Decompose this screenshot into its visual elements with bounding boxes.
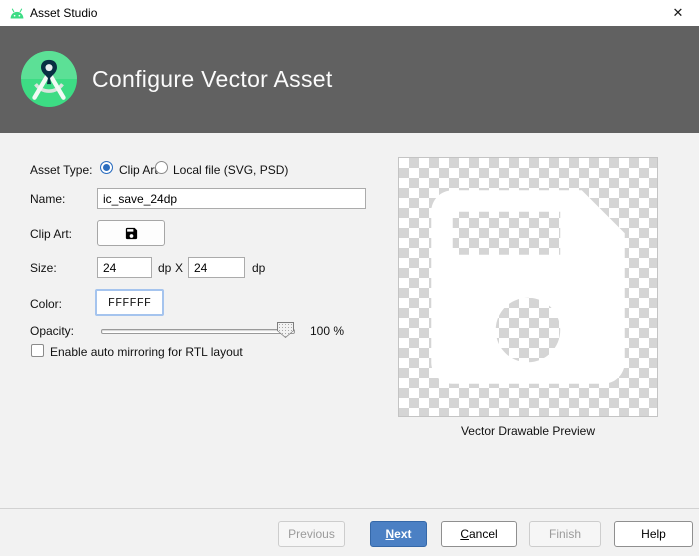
save-floppy-icon [124, 226, 139, 241]
previous-button[interactable]: Previous [278, 521, 345, 547]
radio-local-file-label[interactable]: Local file (SVG, PSD) [173, 163, 288, 177]
next-button-label: ext [394, 527, 411, 541]
next-button[interactable]: Next [370, 521, 427, 547]
android-head-icon [9, 6, 25, 20]
size-unit-width-label: dp [158, 261, 171, 275]
size-width-input[interactable] [97, 257, 152, 278]
asset-type-label: Asset Type: [30, 163, 92, 177]
save-floppy-preview-icon [399, 158, 657, 416]
window-titlebar: Asset Studio ✕ [0, 0, 699, 26]
wizard-header-banner: Configure Vector Asset [0, 26, 699, 133]
android-studio-logo-icon [20, 50, 78, 108]
opacity-slider-thumb-texture [278, 323, 293, 337]
color-label: Color: [30, 297, 62, 311]
clip-art-label: Clip Art: [30, 227, 72, 241]
vector-drawable-preview-panel [398, 157, 658, 417]
opacity-slider-thumb[interactable] [277, 322, 294, 338]
close-icon[interactable]: ✕ [665, 0, 691, 26]
opacity-slider-track[interactable] [101, 329, 295, 334]
radio-clip-art[interactable] [100, 161, 113, 174]
size-x-separator: X [175, 261, 183, 275]
opacity-value-label: 100 % [310, 324, 344, 338]
finish-button[interactable]: Finish [529, 521, 601, 547]
help-button[interactable]: Help [614, 521, 693, 547]
cancel-button-label: ancel [469, 527, 498, 541]
name-input[interactable] [97, 188, 366, 209]
radio-local-file[interactable] [155, 161, 168, 174]
size-height-input[interactable] [188, 257, 245, 278]
radio-clip-art-label[interactable]: Clip Art [119, 163, 158, 177]
clip-art-picker-button[interactable] [97, 220, 165, 246]
color-value-field[interactable] [95, 289, 164, 316]
window-title: Asset Studio [30, 0, 97, 26]
opacity-label: Opacity: [30, 324, 74, 338]
size-unit-height-label: dp [252, 261, 265, 275]
next-button-mnemonic: N [385, 527, 394, 541]
size-label: Size: [30, 261, 57, 275]
preview-caption: Vector Drawable Preview [398, 424, 658, 438]
rtl-mirroring-checkbox[interactable] [31, 344, 44, 357]
rtl-mirroring-label[interactable]: Enable auto mirroring for RTL layout [50, 345, 243, 359]
asset-studio-dialog: Asset Studio ✕ Configure Vector Asset As… [0, 0, 699, 556]
cancel-button-mnemonic: C [460, 527, 469, 541]
footer-separator [0, 508, 699, 509]
page-title: Configure Vector Asset [92, 26, 333, 133]
cancel-button[interactable]: Cancel [441, 521, 517, 547]
name-label: Name: [30, 192, 65, 206]
